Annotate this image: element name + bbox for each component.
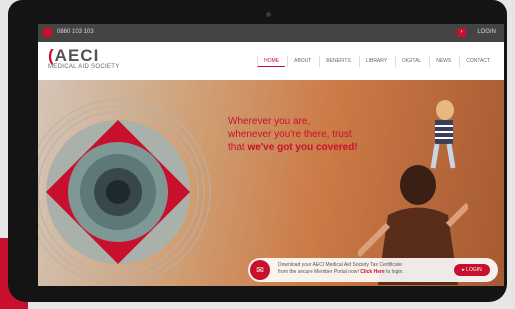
nav-digital[interactable]: DIGITAL [395,56,427,67]
tax-certificate-banner: ✉ Download your AECI Medical Aid Society… [248,258,498,282]
hero-photo-child [430,100,456,169]
laptop-frame: 0860 103 103 › LOGIN (AECI MEDICAL AID S… [8,0,507,302]
camera-dot [266,12,271,17]
certificate-line-1: Download your AECI Medical Aid Society T… [278,262,402,268]
utility-bar: 0860 103 103 › LOGIN [38,24,504,42]
phone-icon [43,28,52,37]
nav-contact[interactable]: CONTACT [459,56,496,67]
main-nav: HOME ABOUT BENEFITS LIBRARY DIGITAL NEWS… [257,56,496,67]
screen: 0860 103 103 › LOGIN (AECI MEDICAL AID S… [38,24,504,286]
certificate-login-button[interactable]: ▸ LOGIN [454,264,490,276]
certificate-link[interactable]: Click Here [360,269,384,275]
brand-logo-mark: (AECI [48,46,100,65]
nav-news[interactable]: NEWS [429,56,457,67]
brand-subtitle: MEDICAL AID SOCIETY [48,64,120,70]
tagline-line-2: whenever you're there, trust [228,129,352,140]
brand-logo[interactable]: (AECI MEDICAL AID SOCIETY [48,46,120,70]
certificate-icon: ✉ [250,260,270,280]
site-header: (AECI MEDICAL AID SOCIETY HOME ABOUT BEN… [38,42,504,80]
certificate-text: Download your AECI Medical Aid Society T… [278,262,404,275]
hero-banner: Wherever you are, whenever you're there,… [38,80,504,286]
login-link[interactable]: LOGIN [477,29,496,35]
login-icon[interactable]: › [457,28,466,37]
nav-about[interactable]: ABOUT [287,56,317,67]
decorative-rings [38,99,211,285]
nav-library[interactable]: LIBRARY [358,56,393,67]
tagline-line-1: Wherever you are, [228,116,311,127]
phone-number: 0860 103 103 [57,29,94,35]
nav-benefits[interactable]: BENEFITS [319,56,356,67]
nav-home[interactable]: HOME [257,56,286,67]
